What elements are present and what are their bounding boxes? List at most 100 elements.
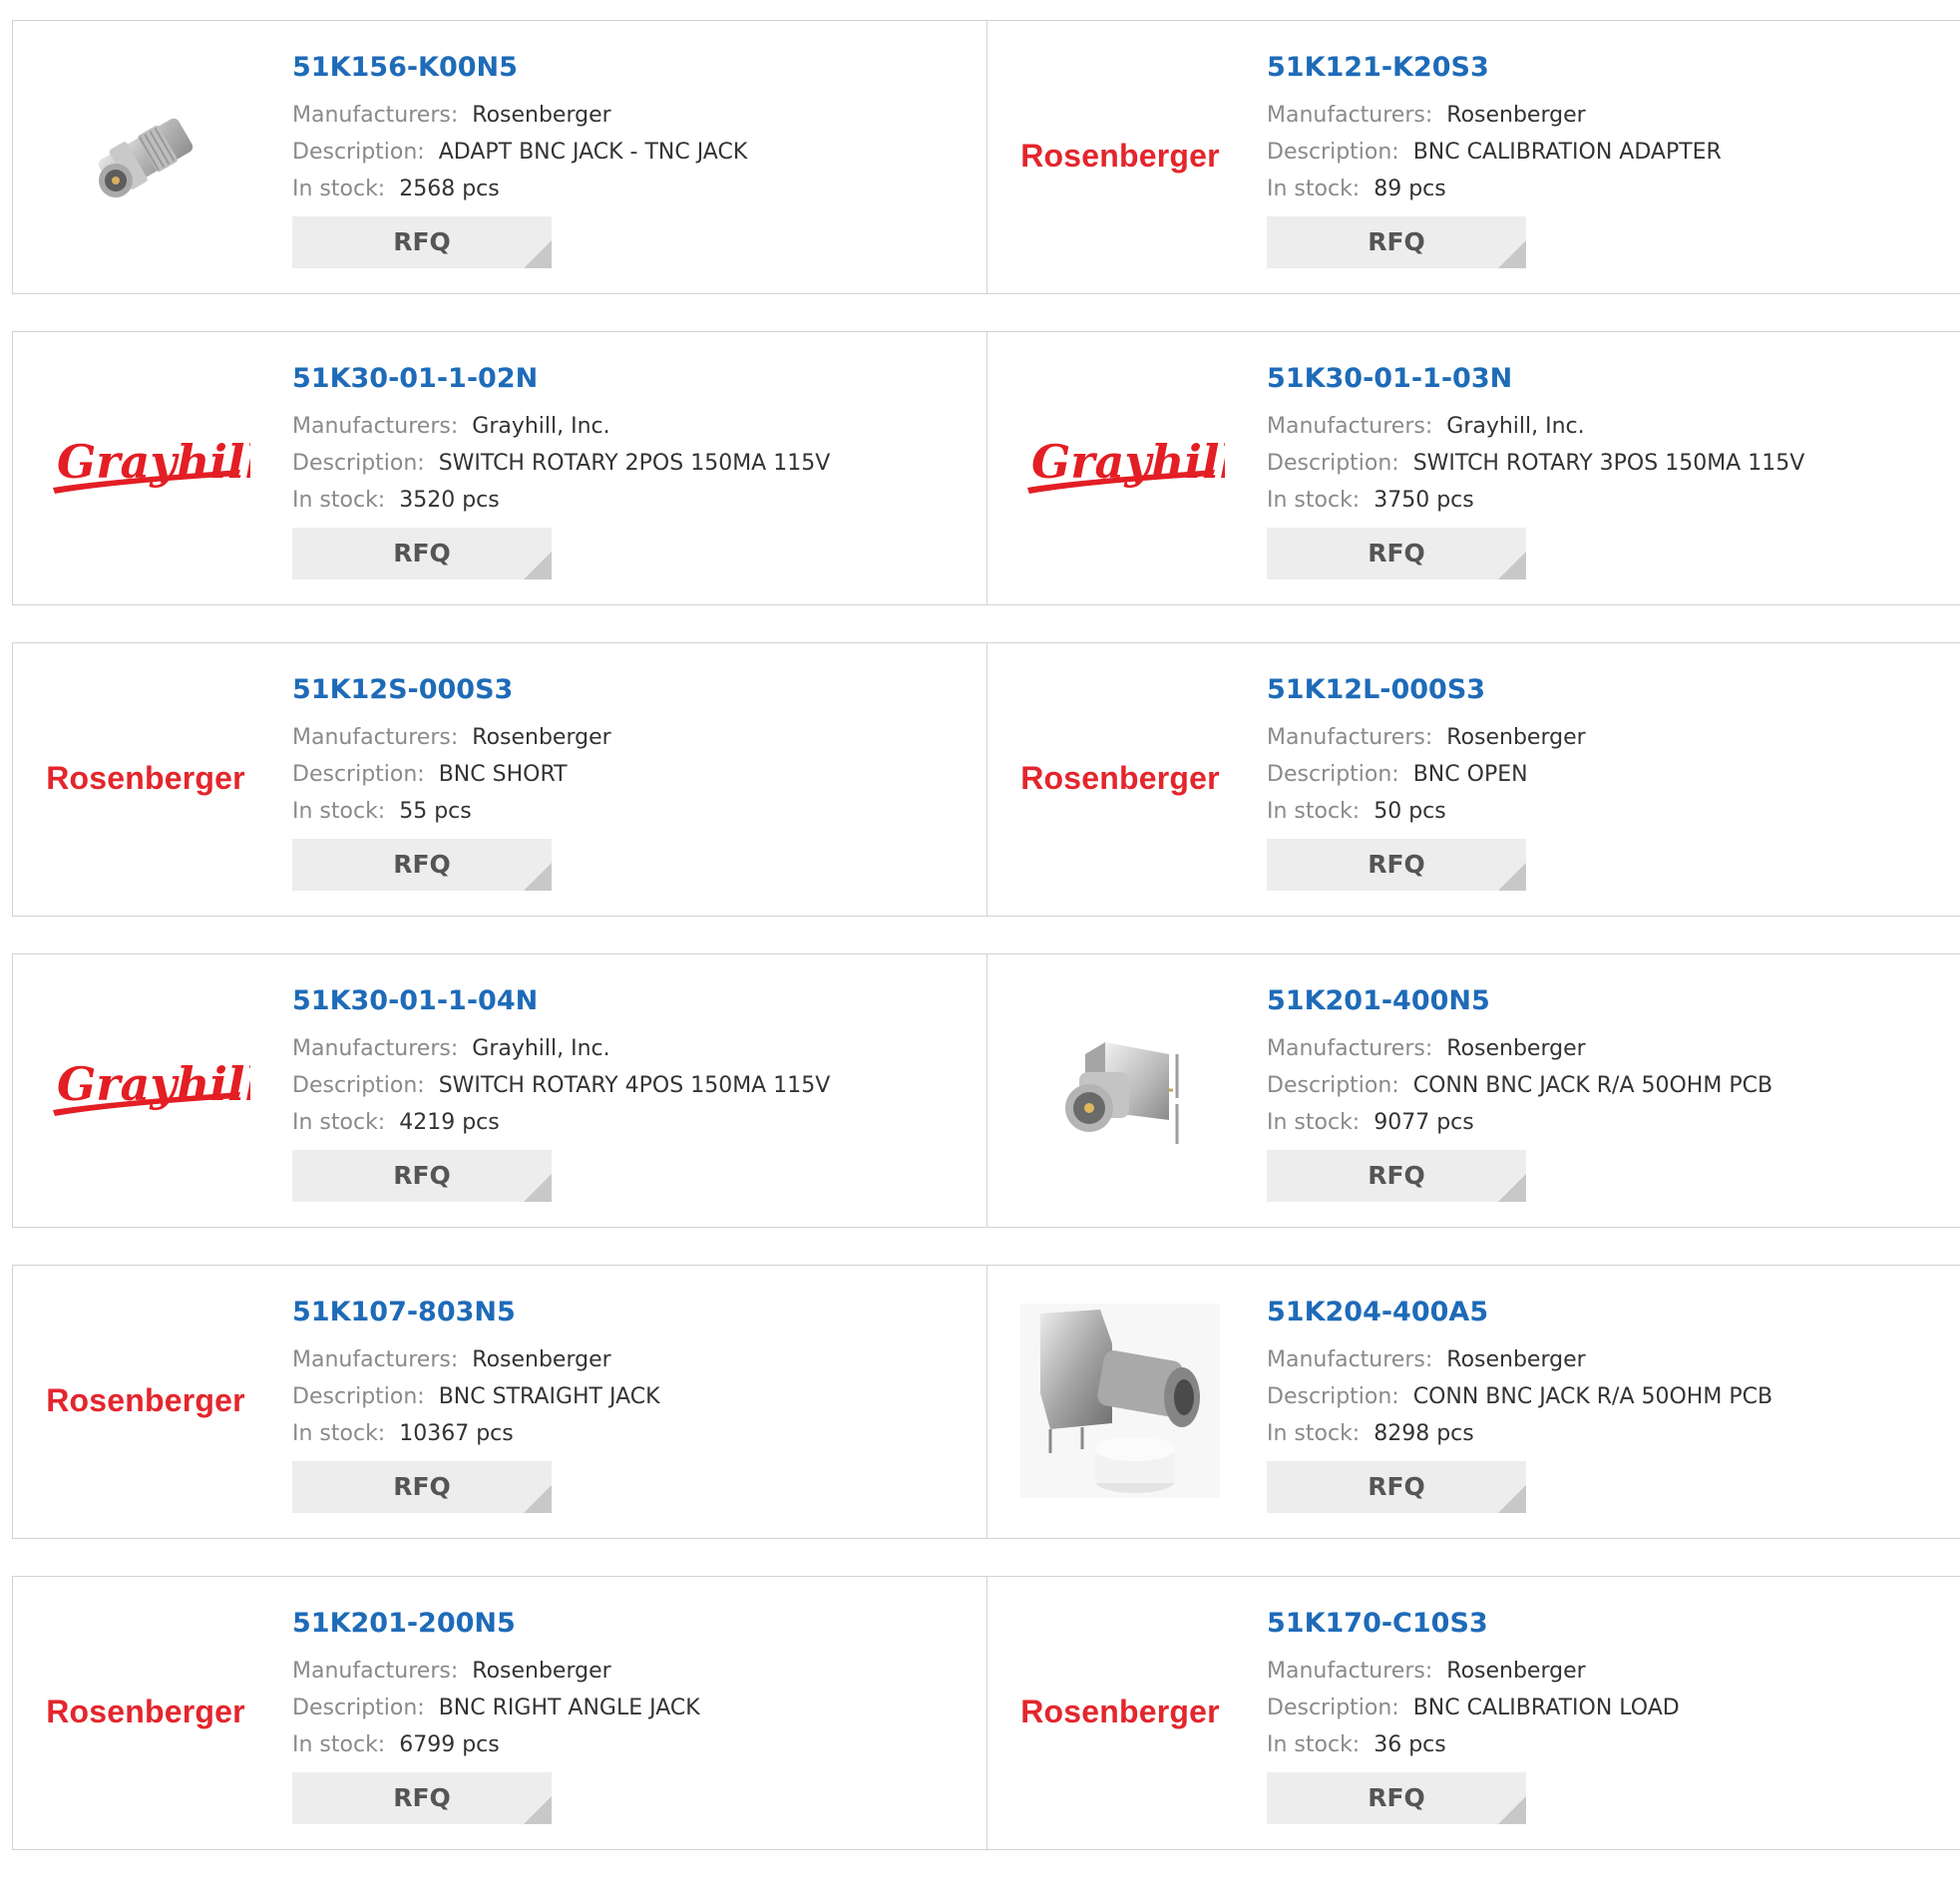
part-number-link[interactable]: 51K121-K20S3 (1267, 51, 1489, 85)
product-image[interactable]: Rosenberger (1015, 1637, 1225, 1786)
stock-row: In stock: 36 pcs (1267, 1726, 1954, 1763)
stock-row: In stock: 50 pcs (1267, 793, 1954, 830)
rosenberger-logo: Rosenberger (46, 1693, 245, 1729)
product-image[interactable] (1015, 1014, 1225, 1164)
product-image[interactable]: Grayhill (41, 1014, 250, 1164)
stock-value: 6799 pcs (399, 1732, 500, 1757)
stock-label: In stock: (1267, 1732, 1361, 1757)
product-card: Grayhill 51K30-01-1-03N Manufacturers: Gr… (987, 331, 1960, 605)
product-image[interactable]: Rosenberger (41, 1637, 250, 1786)
description-row: Description: CONN BNC JACK R/A 50OHM PCB (1267, 1378, 1954, 1415)
product-card: Grayhill 51K30-01-1-04N Manufacturers: Gr… (12, 953, 987, 1228)
rfq-label: RFQ (393, 1161, 451, 1190)
description-label: Description: (292, 1696, 425, 1720)
description-label: Description: (1267, 451, 1399, 476)
product-card: 51K156-K00N5 Manufacturers: Rosenberger D… (12, 20, 987, 294)
stock-row: In stock: 3520 pcs (292, 482, 977, 519)
description-value: BNC RIGHT ANGLE JACK (438, 1696, 700, 1720)
description-value: BNC STRAIGHT JACK (438, 1384, 660, 1409)
stock-row: In stock: 2568 pcs (292, 171, 977, 207)
grayhill-logo-text: Grayhill (57, 1057, 250, 1111)
corner-decoration (1498, 1796, 1526, 1824)
product-info: 51K204-400A5 Manufacturers: Rosenberger D… (1267, 1296, 1954, 1513)
rfq-button[interactable]: RFQ (1267, 1772, 1526, 1824)
stock-value: 55 pcs (399, 799, 472, 824)
part-number-link[interactable]: 51K12L-000S3 (1267, 673, 1485, 707)
rfq-button[interactable]: RFQ (292, 1461, 552, 1513)
rosenberger-logo: Rosenberger (46, 759, 245, 796)
part-number-link[interactable]: 51K30-01-1-02N (292, 362, 538, 396)
product-card: 51K204-400A5 Manufacturers: Rosenberger D… (987, 1265, 1960, 1539)
part-number-link[interactable]: 51K201-200N5 (292, 1607, 516, 1641)
corner-decoration (524, 1485, 552, 1513)
stock-value: 50 pcs (1373, 799, 1446, 824)
tnc-adapter-photo (98, 118, 194, 197)
product-info: 51K170-C10S3 Manufacturers: Rosenberger D… (1267, 1607, 1954, 1824)
manufacturer-row: Manufacturers: Grayhill, Inc. (1267, 408, 1954, 445)
part-number-link[interactable]: 51K107-803N5 (292, 1296, 516, 1329)
product-image[interactable] (1015, 1303, 1225, 1498)
rfq-button[interactable]: RFQ (292, 1772, 552, 1824)
product-image[interactable]: Grayhill (1015, 392, 1225, 542)
product-image[interactable]: Rosenberger (1015, 703, 1225, 853)
part-number-link[interactable]: 51K156-K00N5 (292, 51, 518, 85)
product-card: Rosenberger 51K12L-000S3 Manufacturers: R… (987, 642, 1960, 917)
stock-row: In stock: 9077 pcs (1267, 1104, 1954, 1141)
rfq-button[interactable]: RFQ (292, 216, 552, 268)
product-image[interactable]: Rosenberger (41, 1325, 250, 1475)
rfq-button[interactable]: RFQ (1267, 1150, 1526, 1202)
stock-value: 89 pcs (1373, 177, 1446, 201)
stock-value: 3520 pcs (399, 488, 500, 513)
stock-value: 9077 pcs (1373, 1110, 1474, 1135)
rfq-button[interactable]: RFQ (1267, 216, 1526, 268)
rfq-label: RFQ (1368, 1472, 1425, 1501)
manufacturer-value: Rosenberger (1446, 1659, 1586, 1684)
rfq-button[interactable]: RFQ (292, 1150, 552, 1202)
part-number-link[interactable]: 51K30-01-1-04N (292, 984, 538, 1018)
manufacturer-value: Rosenberger (1446, 1347, 1586, 1372)
rfq-button[interactable]: RFQ (1267, 1461, 1526, 1513)
product-info: 51K201-200N5 Manufacturers: Rosenberger D… (292, 1607, 977, 1824)
product-info: 51K30-01-1-02N Manufacturers: Grayhill, I… (292, 362, 977, 579)
grayhill-logo: Grayhill (53, 435, 250, 494)
rfq-button[interactable]: RFQ (1267, 839, 1526, 891)
part-number-link[interactable]: 51K204-400A5 (1267, 1296, 1488, 1329)
rosenberger-logo: Rosenberger (46, 1381, 245, 1418)
product-image[interactable]: Rosenberger (41, 703, 250, 853)
description-row: Description: BNC STRAIGHT JACK (292, 1378, 977, 1415)
product-image[interactable] (41, 81, 250, 230)
part-number-link[interactable]: 51K201-400N5 (1267, 984, 1490, 1018)
rfq-button[interactable]: RFQ (292, 528, 552, 579)
part-number-link[interactable]: 51K12S-000S3 (292, 673, 513, 707)
manufacturer-label: Manufacturers: (1267, 103, 1433, 128)
product-card: Rosenberger 51K201-200N5 Manufacturers: R… (12, 1576, 987, 1850)
stock-label: In stock: (1267, 177, 1361, 201)
rfq-label: RFQ (393, 1472, 451, 1501)
part-number-link[interactable]: 51K170-C10S3 (1267, 1607, 1488, 1641)
manufacturer-row: Manufacturers: Rosenberger (1267, 97, 1954, 134)
manufacturer-row: Manufacturers: Rosenberger (292, 1341, 977, 1378)
description-row: Description: BNC OPEN (1267, 756, 1954, 793)
rfq-button[interactable]: RFQ (292, 839, 552, 891)
product-info: 51K121-K20S3 Manufacturers: Rosenberger D… (1267, 51, 1954, 268)
stock-row: In stock: 89 pcs (1267, 171, 1954, 207)
description-value: SWITCH ROTARY 4POS 150MA 115V (438, 1073, 831, 1098)
corner-decoration (524, 1796, 552, 1824)
rfq-label: RFQ (393, 850, 451, 879)
rfq-button[interactable]: RFQ (1267, 528, 1526, 579)
description-row: Description: SWITCH ROTARY 2POS 150MA 115… (292, 445, 977, 482)
description-value: CONN BNC JACK R/A 50OHM PCB (1412, 1073, 1773, 1098)
description-row: Description: SWITCH ROTARY 4POS 150MA 115… (292, 1067, 977, 1104)
description-value: BNC OPEN (1412, 762, 1528, 787)
manufacturer-row: Manufacturers: Rosenberger (1267, 1653, 1954, 1690)
part-number-link[interactable]: 51K30-01-1-03N (1267, 362, 1512, 396)
manufacturer-label: Manufacturers: (292, 414, 459, 439)
corner-decoration (524, 552, 552, 579)
grayhill-logo: Grayhill (1027, 435, 1225, 494)
manufacturer-label: Manufacturers: (292, 103, 459, 128)
corner-decoration (1498, 1485, 1526, 1513)
product-image[interactable]: Grayhill (41, 392, 250, 542)
grayhill-logo-text: Grayhill (1031, 435, 1225, 489)
product-image[interactable]: Rosenberger (1015, 81, 1225, 230)
manufacturer-row: Manufacturers: Rosenberger (292, 1653, 977, 1690)
